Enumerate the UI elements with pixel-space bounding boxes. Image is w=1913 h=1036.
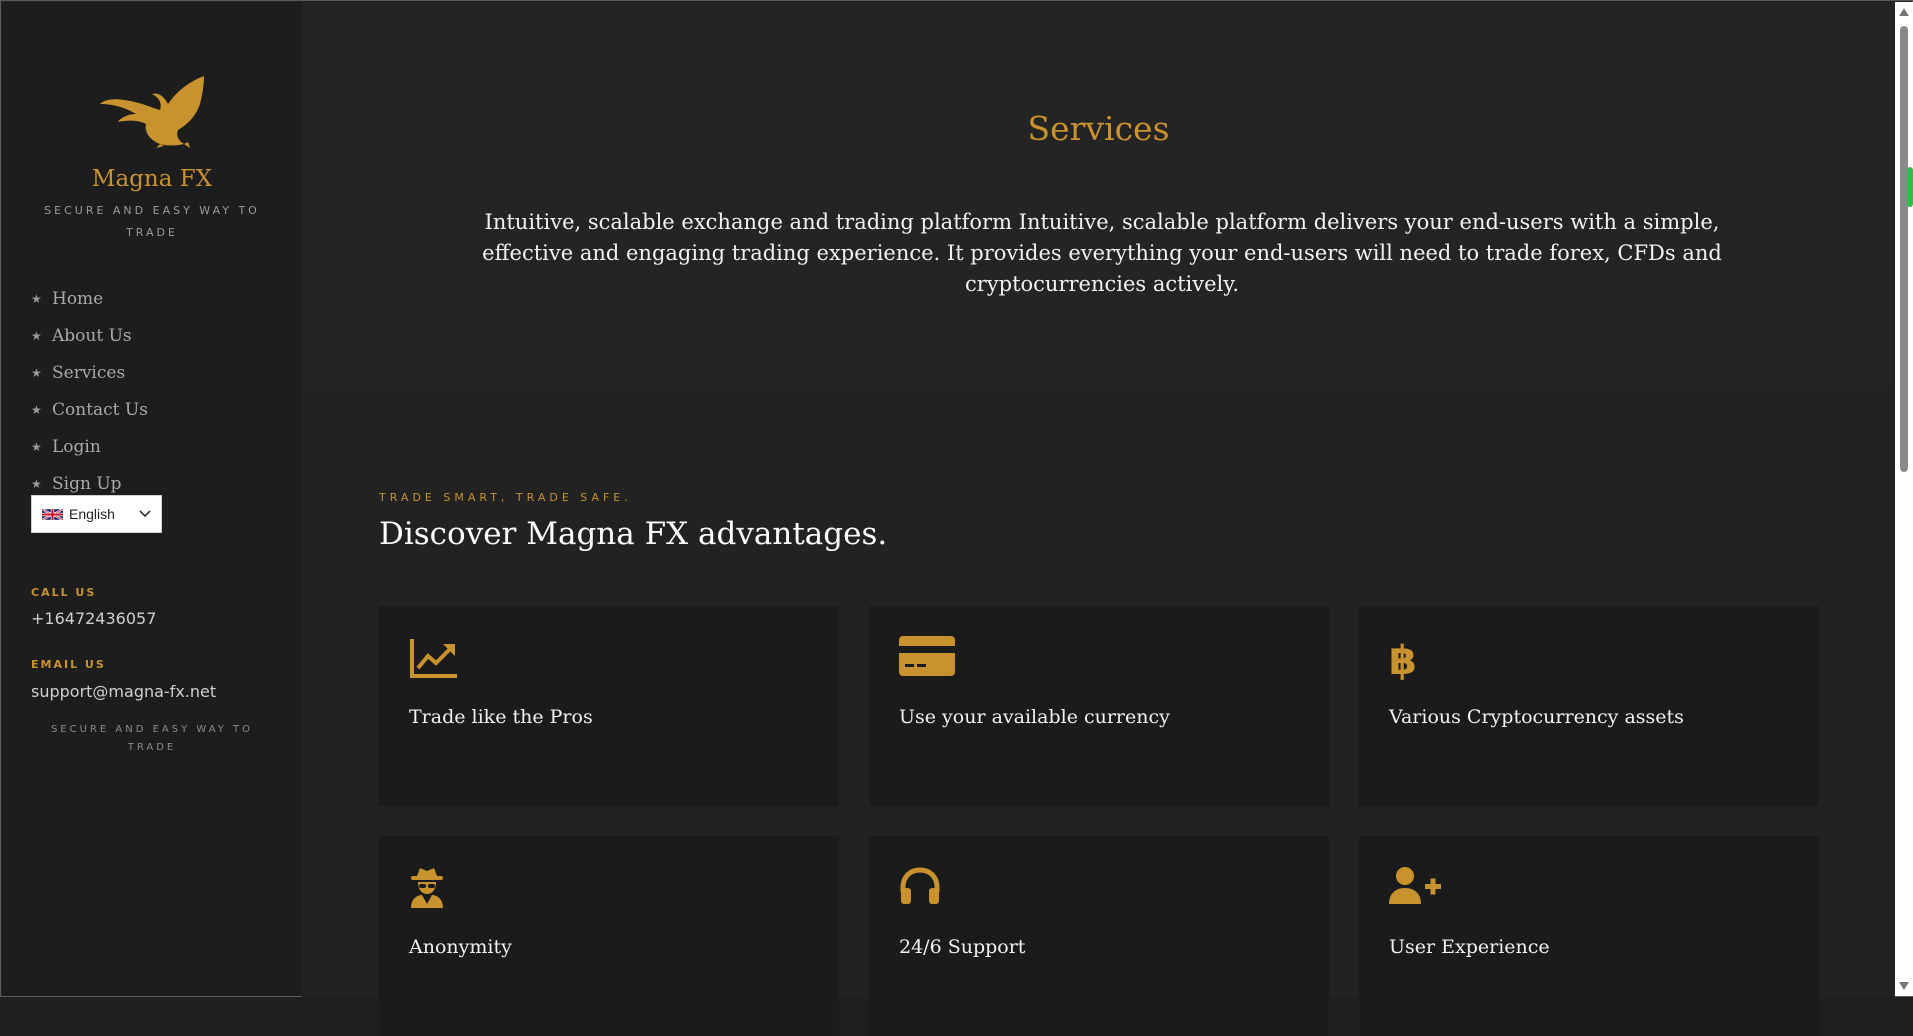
nav-item-label[interactable]: Services [52, 363, 125, 383]
advantage-card: ฿ Various Cryptocurrency assets [1359, 606, 1819, 806]
nav-item-label[interactable]: Login [52, 437, 101, 457]
nav-item-services[interactable]: ★ Services [31, 354, 148, 391]
advantage-card: Trade like the Pros [379, 606, 839, 806]
star-icon: ★ [31, 476, 42, 491]
card-title: Anonymity [409, 936, 512, 958]
nav-item-contact-us[interactable]: ★ Contact Us [31, 391, 148, 428]
star-icon: ★ [31, 365, 42, 380]
star-icon: ★ [31, 439, 42, 454]
scrollbar-thumb[interactable] [1900, 26, 1908, 472]
sidebar: Magna FX SECURE AND EASY WAY TO TRADE ★ … [2, 2, 302, 996]
star-icon: ★ [31, 402, 42, 417]
page-title: Services [1027, 109, 1170, 148]
page-scrollbar[interactable] [1895, 2, 1913, 996]
scroll-indicator [1907, 167, 1913, 207]
scroll-down-arrow-icon[interactable] [1899, 982, 1909, 990]
browser-viewport: Magna FX SECURE AND EASY WAY TO TRADE ★ … [0, 0, 1913, 1036]
phone-number[interactable]: +16472436057 [31, 609, 156, 628]
advantage-card: 24/6 Support [869, 836, 1329, 1036]
nav-item-label[interactable]: Home [52, 289, 103, 309]
advantage-card: User Experience [1359, 836, 1819, 1036]
nav-item-home[interactable]: ★ Home [31, 280, 148, 317]
chart-line-icon [410, 639, 457, 678]
svg-text:฿: ฿ [1389, 638, 1417, 680]
nav-item-label[interactable]: About Us [52, 326, 132, 346]
section-eyebrow: TRADE SMART, TRADE SAFE. [379, 491, 632, 504]
eagle-logo-icon[interactable] [100, 74, 206, 148]
language-select[interactable]: English [31, 495, 162, 533]
language-label: English [69, 506, 115, 522]
hero-description: Intuitive, scalable exchange and trading… [482, 210, 1722, 296]
user-plus-icon [1389, 867, 1441, 904]
bitcoin-icon: ฿ [1389, 638, 1417, 680]
card-title: User Experience [1389, 936, 1550, 958]
chevron-down-icon [139, 510, 151, 518]
sidebar-nav: ★ Home ★ About Us ★ Services ★ Contact U… [31, 280, 148, 502]
services-hero: Services Intuitive, scalable exchange an… [302, 2, 1895, 386]
card-title: Trade like the Pros [409, 706, 593, 728]
nav-item-about-us[interactable]: ★ About Us [31, 317, 148, 354]
star-icon: ★ [31, 291, 42, 306]
section-title: Discover Magna FX advantages. [379, 516, 888, 552]
card-title: 24/6 Support [899, 936, 1026, 958]
star-icon: ★ [31, 328, 42, 343]
footer-tagline: SECURE AND EASY WAY TO TRADE [50, 724, 254, 753]
brand-tagline: SECURE AND EASY WAY TO TRADE [44, 204, 260, 239]
advantage-card: Use your available currency [869, 606, 1329, 806]
scroll-up-arrow-icon[interactable] [1899, 8, 1909, 16]
credit-card-icon [899, 636, 955, 676]
uk-flag-icon [42, 507, 63, 521]
card-title: Use your available currency [899, 706, 1170, 728]
card-title: Various Cryptocurrency assets [1389, 706, 1684, 728]
user-secret-icon [411, 868, 443, 908]
headphones-icon [900, 867, 940, 904]
call-us-heading: CALL US [31, 586, 97, 599]
email-address[interactable]: support@magna-fx.net [31, 682, 216, 701]
nav-item-label[interactable]: Sign Up [52, 474, 122, 494]
email-us-heading: EMAIL US [31, 658, 106, 671]
nav-item-label[interactable]: Contact Us [52, 400, 148, 420]
advantage-card: Anonymity [379, 836, 839, 1036]
nav-item-login[interactable]: ★ Login [31, 428, 148, 465]
brand-name[interactable]: Magna FX [2, 166, 302, 192]
advantages-section: TRADE SMART, TRADE SAFE. Discover Magna … [302, 386, 1895, 1036]
